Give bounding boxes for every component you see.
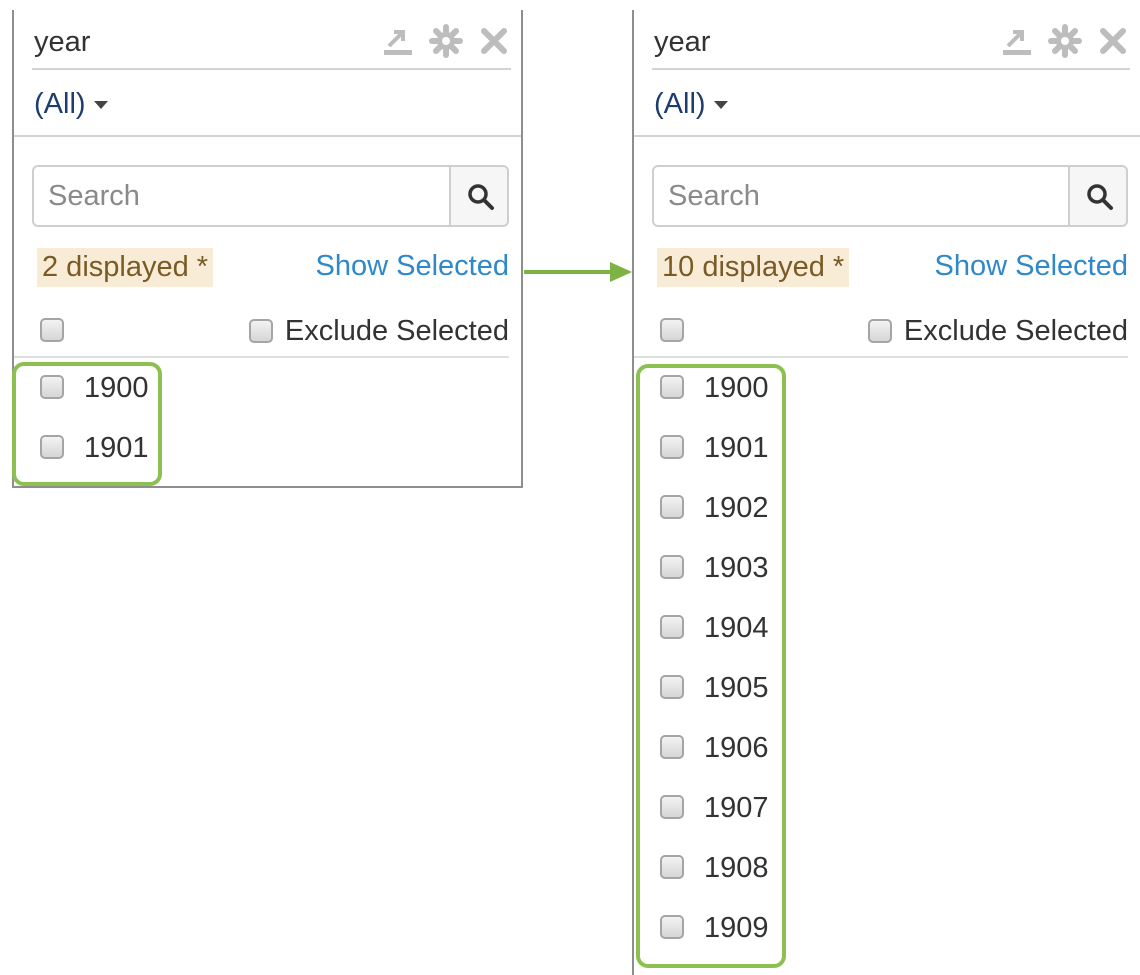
item-label: 1904 xyxy=(704,612,769,644)
exclude-selected-checkbox[interactable] xyxy=(867,319,892,343)
year-filter-panel-left: year (All) 2 displayed * Show Selected E… xyxy=(12,10,523,488)
item-label: 1900 xyxy=(704,372,769,404)
export-icon[interactable] xyxy=(381,24,415,58)
item-checkbox[interactable] xyxy=(660,795,684,819)
divider xyxy=(634,135,1140,137)
search-group xyxy=(652,165,1128,227)
select-all-checkbox[interactable] xyxy=(40,318,64,342)
close-icon[interactable] xyxy=(1096,24,1130,58)
exclude-selected-checkbox[interactable] xyxy=(248,319,273,343)
item-checkbox[interactable] xyxy=(660,435,684,459)
list-item[interactable]: 1908 xyxy=(660,852,769,912)
list-item[interactable]: 1902 xyxy=(660,492,769,552)
item-label: 1905 xyxy=(704,672,769,704)
select-all-checkbox[interactable] xyxy=(660,318,684,342)
item-label: 1909 xyxy=(704,912,769,944)
search-input[interactable] xyxy=(652,165,1070,227)
item-label: 1901 xyxy=(84,432,149,464)
item-checkbox[interactable] xyxy=(660,915,684,939)
search-icon xyxy=(1087,184,1113,210)
show-selected-link[interactable]: Show Selected xyxy=(316,250,509,283)
selector-label: (All) xyxy=(34,88,86,120)
search-group xyxy=(32,165,509,227)
year-filter-panel-right: year (All) 10 displayed * Show Selected … xyxy=(632,10,1140,975)
item-checkbox[interactable] xyxy=(660,555,684,579)
list-item[interactable]: 1903 xyxy=(660,552,769,612)
search-button[interactable] xyxy=(1068,165,1128,227)
item-label: 1908 xyxy=(704,852,769,884)
item-checkbox[interactable] xyxy=(660,375,684,399)
panel-header: year xyxy=(652,10,1130,70)
search-button[interactable] xyxy=(449,165,509,227)
search-input[interactable] xyxy=(32,165,451,227)
item-label: 1902 xyxy=(704,492,769,524)
chevron-down-icon xyxy=(713,101,728,110)
list-item[interactable]: 1904 xyxy=(660,612,769,672)
list-item[interactable]: 1900 xyxy=(40,372,149,432)
list-item[interactable]: 1906 xyxy=(660,732,769,792)
item-checkbox[interactable] xyxy=(40,435,64,459)
value-list: 1900 1901 1902 1903 1904 1905 1906 1907 … xyxy=(660,372,769,972)
displayed-count: 2 displayed * xyxy=(37,248,214,287)
panel-header: year xyxy=(32,10,511,70)
search-icon xyxy=(468,184,494,210)
item-label: 1906 xyxy=(704,732,769,764)
item-label: 1901 xyxy=(704,432,769,464)
select-all-row: Exclude Selected xyxy=(634,310,1128,358)
item-checkbox[interactable] xyxy=(660,735,684,759)
close-icon[interactable] xyxy=(477,24,511,58)
list-item[interactable]: 1900 xyxy=(660,372,769,432)
displayed-count: 10 displayed * xyxy=(657,248,850,287)
item-checkbox[interactable] xyxy=(660,615,684,639)
exclude-selected-option[interactable]: Exclude Selected xyxy=(867,315,1128,348)
exclude-selected-option[interactable]: Exclude Selected xyxy=(248,315,509,348)
item-checkbox[interactable] xyxy=(660,495,684,519)
item-label: 1900 xyxy=(84,372,149,404)
list-item[interactable]: 1901 xyxy=(660,432,769,492)
list-item[interactable]: 1901 xyxy=(40,432,149,492)
exclude-selected-label: Exclude Selected xyxy=(284,315,509,347)
selector-label: (All) xyxy=(654,88,706,120)
divider xyxy=(14,135,521,137)
all-selector-dropdown[interactable]: (All) xyxy=(654,88,730,121)
panel-title: year xyxy=(34,26,91,58)
all-selector-dropdown[interactable]: (All) xyxy=(34,88,110,121)
item-label: 1903 xyxy=(704,552,769,584)
arrow-right-icon xyxy=(524,262,632,282)
list-item[interactable]: 1907 xyxy=(660,792,769,852)
chevron-down-icon xyxy=(93,101,108,110)
export-icon[interactable] xyxy=(1000,24,1034,58)
select-all-row: Exclude Selected xyxy=(14,310,509,358)
item-checkbox[interactable] xyxy=(660,855,684,879)
panel-title: year xyxy=(654,26,711,58)
item-checkbox[interactable] xyxy=(660,675,684,699)
gear-icon[interactable] xyxy=(1048,24,1082,58)
value-list: 1900 1901 xyxy=(40,372,149,492)
item-label: 1907 xyxy=(704,792,769,824)
show-selected-link[interactable]: Show Selected xyxy=(935,250,1128,283)
item-checkbox[interactable] xyxy=(40,375,64,399)
exclude-selected-label: Exclude Selected xyxy=(903,315,1128,347)
list-item[interactable]: 1909 xyxy=(660,912,769,972)
list-item[interactable]: 1905 xyxy=(660,672,769,732)
gear-icon[interactable] xyxy=(429,24,463,58)
